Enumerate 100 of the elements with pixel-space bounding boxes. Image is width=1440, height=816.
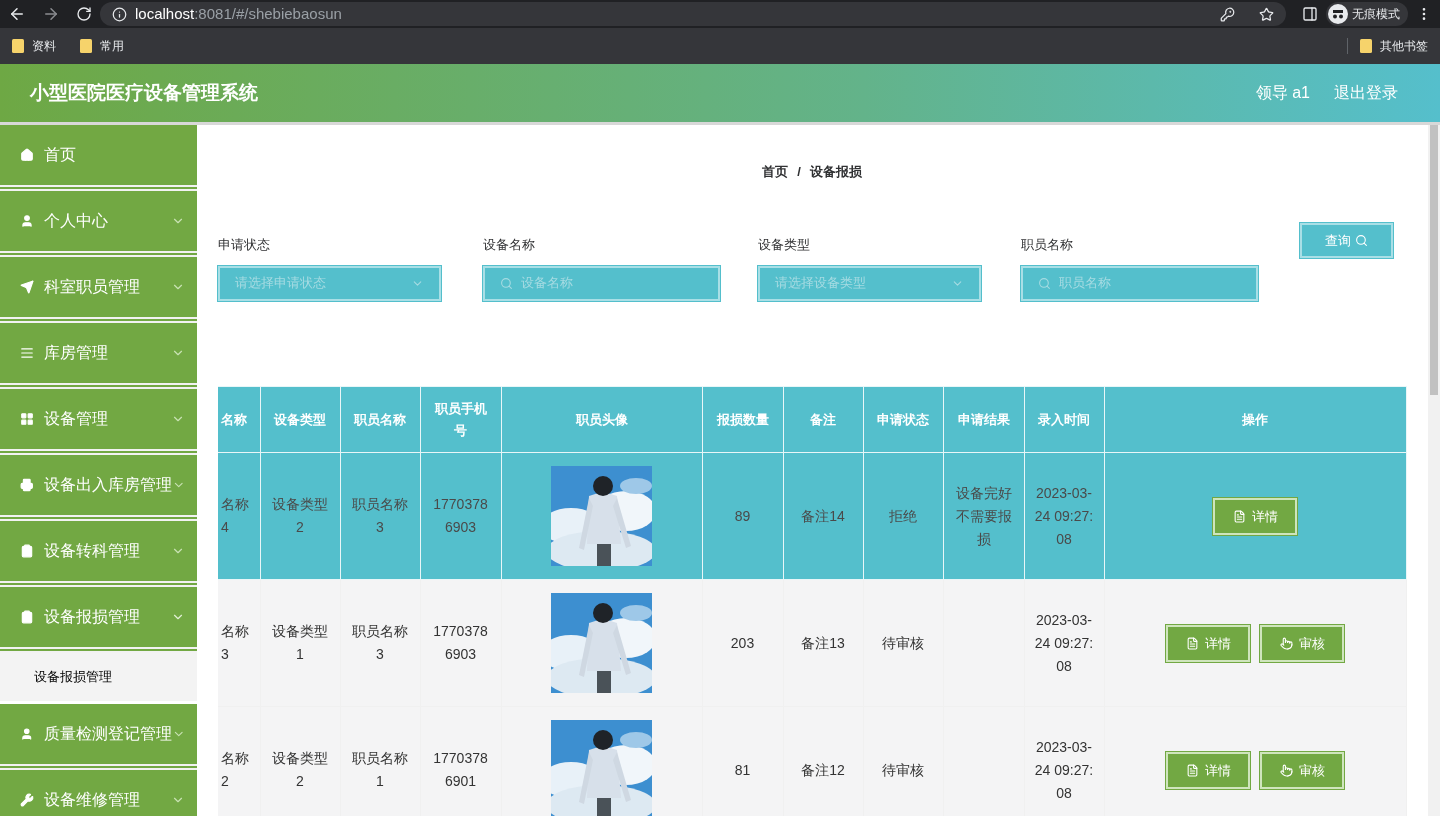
table-cell: 备注13	[801, 634, 845, 651]
table-cell: 81	[734, 761, 751, 778]
folder-icon	[80, 39, 92, 53]
folder-icon	[1360, 39, 1372, 53]
document-icon	[1232, 509, 1246, 523]
bookmark[interactable]: 常用	[80, 37, 124, 55]
table-row[interactable]: 名称4 设备类型2 职员名称3 17703786903 89 备注14 拒绝 设备完好不需要报损 2023-03-24 09:27:08 详情	[218, 452, 1406, 580]
paper-plane-icon	[20, 280, 34, 294]
breadcrumb-item[interactable]: 首页	[762, 161, 789, 182]
key-icon[interactable]	[1220, 6, 1235, 22]
column-header: 报损数量	[702, 386, 783, 453]
table-cell: 待审核	[882, 634, 924, 651]
sidebar-item[interactable]: 设备维修管理	[0, 770, 197, 816]
column-header: 申请结果	[943, 386, 1024, 453]
list-icon	[20, 346, 34, 360]
table-cell: 2023-03-24 09:27:08	[1034, 484, 1094, 547]
hand-icon	[1279, 763, 1293, 777]
incognito-icon	[1328, 4, 1348, 24]
bookmark[interactable]: 资料	[12, 37, 56, 55]
document-icon	[1185, 636, 1199, 650]
document-icon	[1185, 763, 1199, 777]
select-field[interactable]: 请选择设备类型	[757, 265, 981, 301]
table-cell: 设备类型2	[272, 496, 328, 535]
table-cell: 设备类型2	[272, 750, 328, 789]
search-field[interactable]: 职员名称	[1021, 265, 1259, 301]
sidebar-item[interactable]: 设备管理	[0, 389, 197, 455]
wrench-icon	[20, 793, 34, 807]
table-cell: 拒绝	[889, 507, 917, 524]
sidebar-item[interactable]: 首页	[0, 125, 197, 191]
table-cell: 备注12	[801, 761, 845, 778]
filter-label: 设备名称	[482, 236, 536, 254]
sidebar-subitem[interactable]: 设备报损管理	[0, 653, 197, 701]
table-cell: 89	[734, 507, 751, 524]
table-cell: 设备类型1	[272, 623, 328, 662]
table-cell: 2023-03-24 09:27:08	[1034, 738, 1094, 801]
search-button[interactable]: 查询	[1300, 223, 1393, 258]
column-header: 职员名称	[340, 386, 420, 453]
table-cell: 职员名称1	[352, 750, 408, 789]
table-cell: 设备完好不需要报损	[955, 484, 1012, 547]
star-icon[interactable]	[1259, 6, 1274, 22]
bookmark[interactable]: 其他书签	[1360, 37, 1428, 55]
app-title: 小型医院医疗设备管理系统	[30, 80, 258, 105]
filter-label: 职员名称	[1021, 236, 1075, 254]
sidebar-item[interactable]: 科室职员管理	[0, 257, 197, 323]
sidebar-item[interactable]: 设备出入库房管理	[0, 455, 197, 521]
search-field[interactable]: 设备名称	[482, 265, 720, 301]
table-cell: 17703786903	[433, 496, 488, 535]
forward-icon[interactable]	[42, 5, 60, 23]
column-header: 操作	[1104, 386, 1406, 453]
table-row[interactable]: 名称3 设备类型1 职员名称3 17703786903 203 备注13 待审核 2023-03-24 09:27:08 详情 审核	[218, 579, 1406, 707]
table-cell: 17703786903	[433, 623, 488, 662]
search-icon	[499, 276, 513, 290]
user-icon	[20, 727, 34, 741]
hand-icon	[1279, 636, 1293, 650]
review-button[interactable]: 审核	[1260, 624, 1344, 662]
sidebar-item[interactable]: 设备转科管理	[0, 521, 197, 587]
side-panel-icon[interactable]	[1302, 6, 1318, 22]
table-row[interactable]: 名称2 设备类型2 职员名称1 17703786901 81 备注12 待审核 2023-03-24 09:27:08 详情 审核	[218, 706, 1406, 816]
detail-button[interactable]: 详情	[1166, 751, 1250, 789]
breadcrumb-item: 设备报损	[809, 162, 862, 181]
back-icon[interactable]	[8, 5, 26, 23]
sidebar-item[interactable]: 设备报损管理	[0, 587, 197, 653]
table-cell: 203	[730, 634, 755, 651]
address-bar[interactable]: localhost:8081/#/shebiebaosun	[100, 2, 1286, 26]
home-icon	[20, 148, 34, 162]
table-cell: 名称2	[221, 750, 249, 789]
table-cell: 2023-03-24 09:27:08	[1034, 611, 1094, 674]
table-cell: 名称3	[221, 623, 249, 662]
column-header: 设备类型	[260, 386, 340, 453]
table-cell: 17703786901	[433, 750, 488, 789]
select-field[interactable]: 请选择申请状态	[218, 265, 441, 301]
table-cell: 职员名称3	[352, 496, 408, 535]
reload-icon[interactable]	[76, 6, 92, 22]
detail-button[interactable]: 详情	[1213, 497, 1297, 535]
search-icon	[1355, 234, 1369, 247]
profile-chip[interactable]: 无痕模式	[1326, 2, 1408, 26]
table-cell: 待审核	[882, 761, 924, 778]
info-icon[interactable]	[112, 6, 127, 22]
column-header: 备注	[783, 386, 863, 453]
column-header: 职员头像	[501, 386, 702, 453]
column-header: 录入时间	[1024, 386, 1104, 453]
review-button[interactable]: 审核	[1260, 751, 1344, 789]
grid-icon	[20, 412, 34, 426]
column-header: 申请状态	[863, 386, 943, 453]
logout-link[interactable]: 退出登录	[1334, 81, 1398, 105]
user-name: 领导 a1	[1255, 83, 1310, 103]
detail-button[interactable]: 详情	[1166, 624, 1250, 662]
sidebar-item[interactable]: 质量检测登记管理	[0, 704, 197, 770]
table-cell: 备注14	[801, 507, 845, 524]
column-header: 名称	[218, 386, 260, 453]
user-icon	[20, 214, 34, 228]
breadcrumb-separator: /	[797, 162, 801, 181]
scrollbar[interactable]	[1428, 125, 1440, 816]
search-icon	[1038, 276, 1052, 290]
sidebar-item[interactable]: 库房管理	[0, 323, 197, 389]
filter-label: 申请状态	[218, 236, 271, 254]
column-header: 职员手机号	[420, 386, 501, 453]
url-text: localhost:8081/#/shebiebaosun	[135, 3, 342, 24]
sidebar-item[interactable]: 个人中心	[0, 191, 197, 257]
filter-label: 设备类型	[757, 236, 811, 254]
